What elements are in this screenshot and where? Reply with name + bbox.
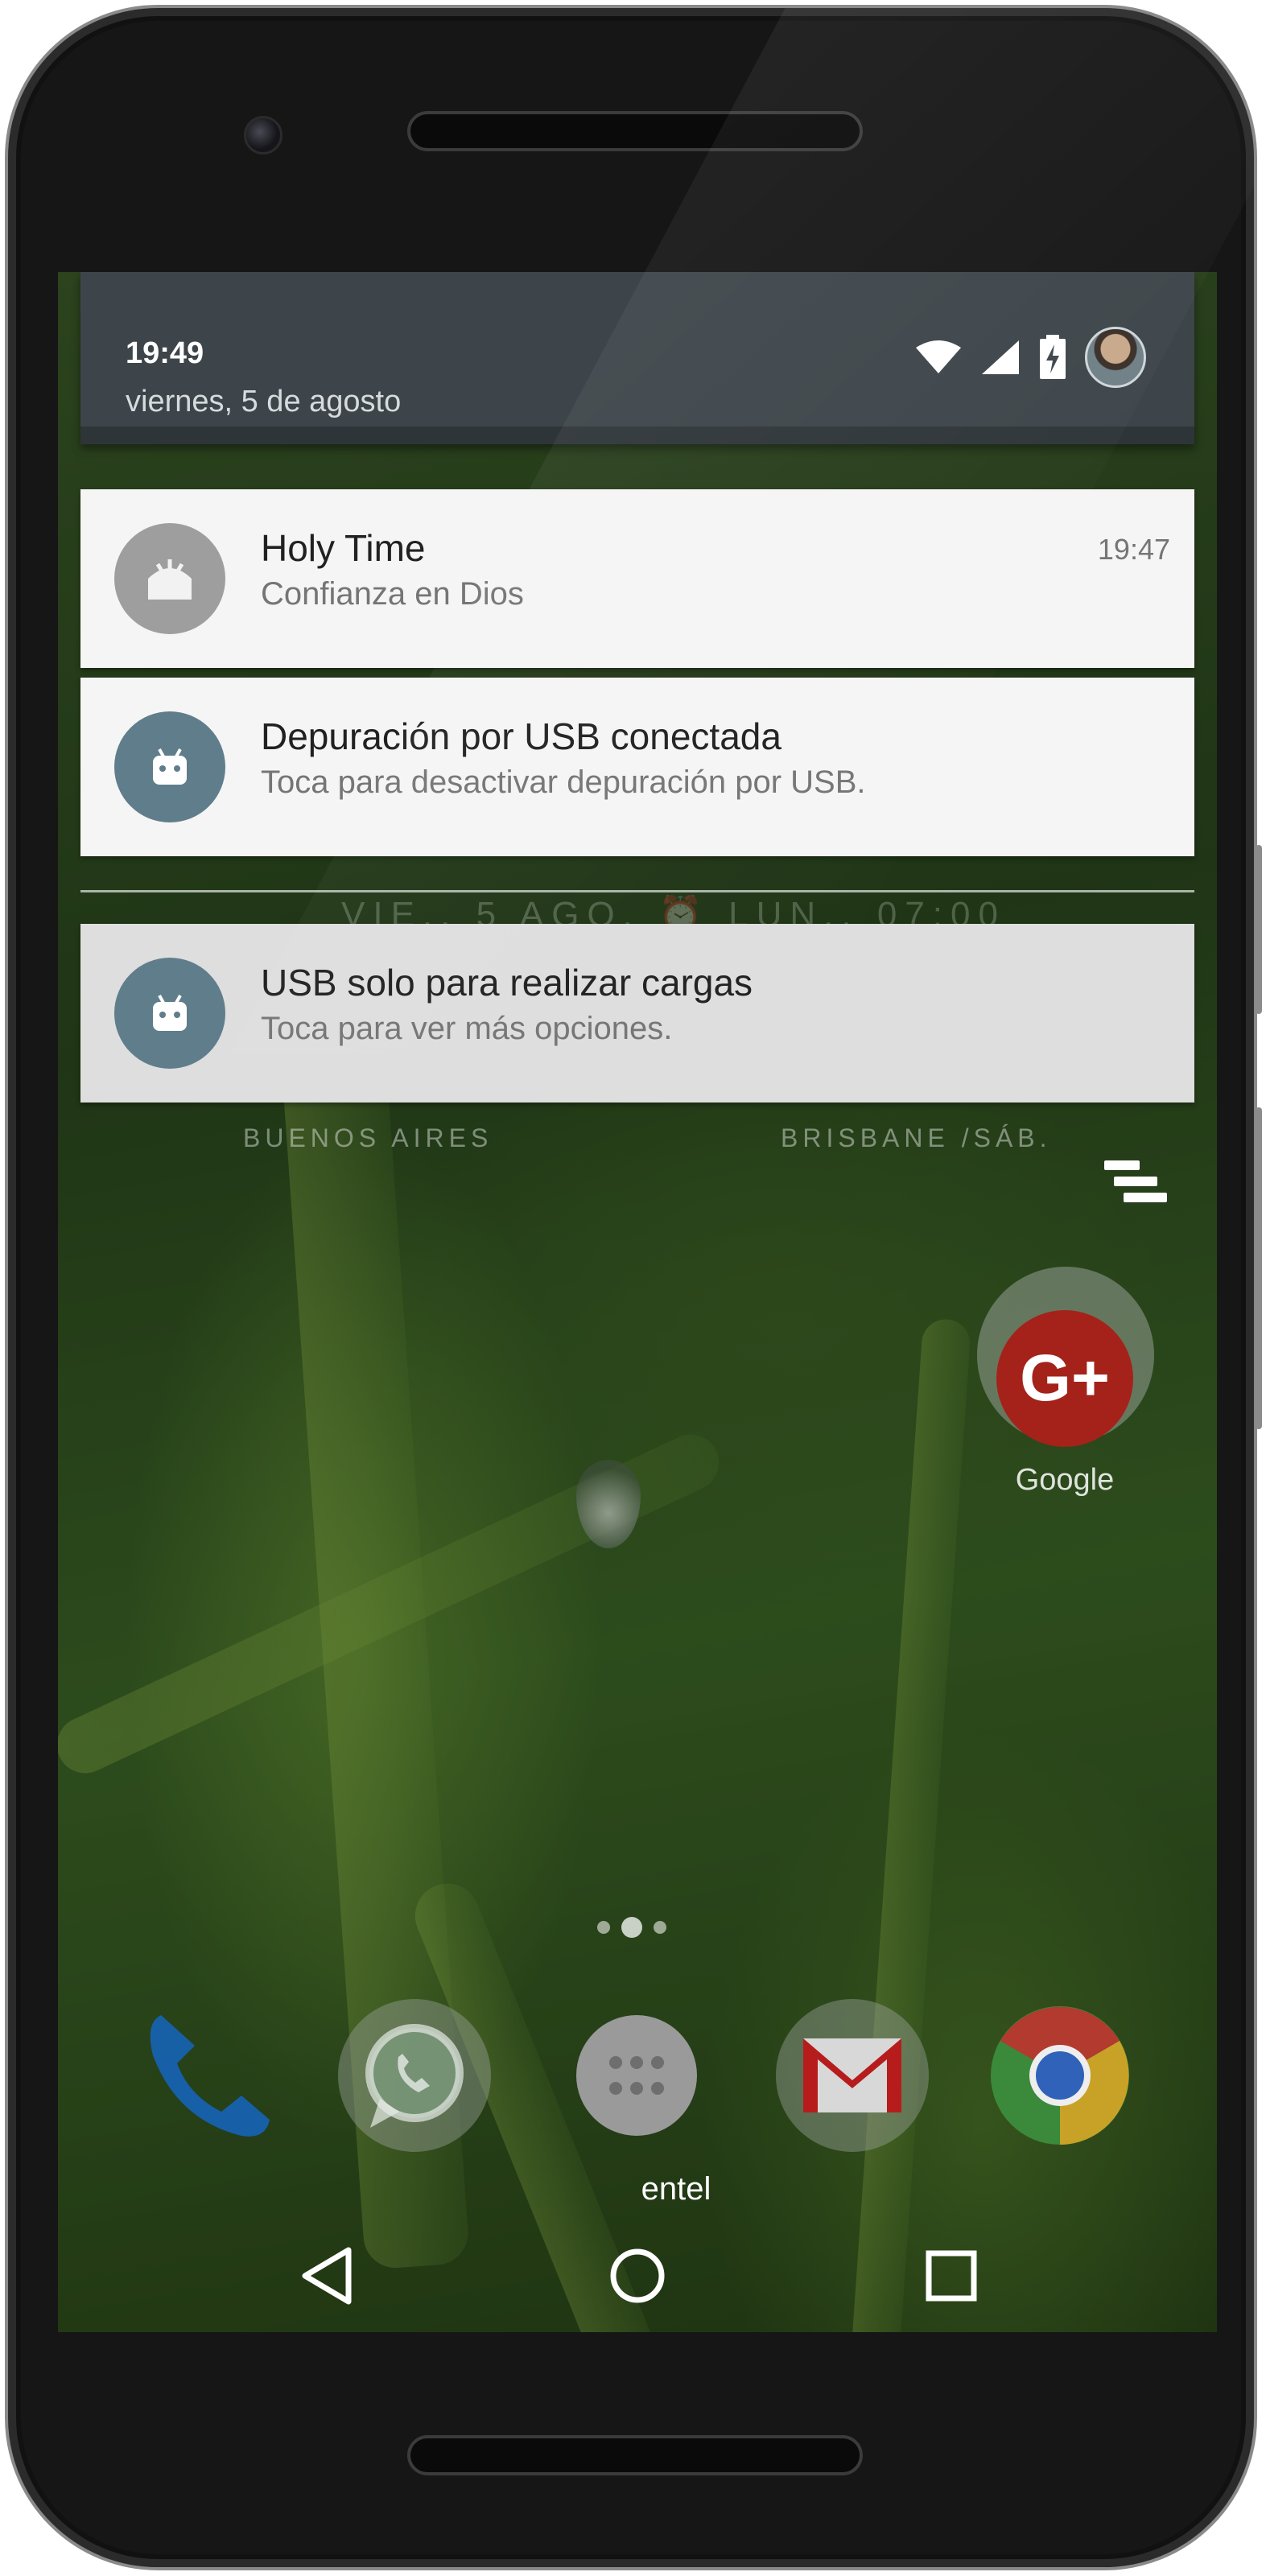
shade-date[interactable]: viernes, 5 de agosto xyxy=(126,385,401,419)
notification-time: 19:47 xyxy=(1097,533,1170,566)
app-drawer-icon xyxy=(609,2056,664,2095)
home-button[interactable] xyxy=(589,2236,686,2316)
app-drawer-label: entel xyxy=(641,2171,711,2207)
back-button[interactable] xyxy=(278,2236,375,2316)
recents-button[interactable] xyxy=(903,2236,1000,2316)
notification-text: Toca para ver más opciones. xyxy=(261,1011,673,1046)
notification-title: Depuración por USB conectada xyxy=(261,715,781,757)
phone-icon xyxy=(150,2015,270,2137)
navigation-bar xyxy=(58,2219,1217,2332)
android-icon xyxy=(114,711,225,822)
screen: VIE., 5 AGO. ⏰ LUN., 07:00 BUENOS AIRES … xyxy=(58,272,1217,2332)
clear-all-icon[interactable] xyxy=(1104,1160,1177,1217)
holy-time-app-icon xyxy=(114,523,225,634)
app-drawer-button[interactable] xyxy=(576,2015,697,2136)
google-plus-icon[interactable]: G+ xyxy=(996,1310,1133,1447)
notification-usb-debugging[interactable]: Depuración por USB conectada Toca para d… xyxy=(80,678,1194,856)
shade-time: 19:49 xyxy=(126,336,204,370)
front-camera xyxy=(244,116,282,155)
wifi-icon xyxy=(916,340,961,373)
gmail-icon xyxy=(803,2038,901,2112)
phone-app-icon[interactable] xyxy=(129,1999,282,2152)
volume-button xyxy=(1256,1107,1262,1429)
chrome-icon xyxy=(991,2006,1129,2145)
clock-city-buenos-aires: BUENOS AIRES xyxy=(243,1123,493,1152)
google-folder-label: Google xyxy=(1015,1463,1115,1497)
whatsapp-app-icon[interactable] xyxy=(338,1999,491,2152)
status-icons xyxy=(914,325,1146,389)
notification-text: Toca para desactivar depuración por USB. xyxy=(261,765,866,800)
notification-holy-time[interactable]: Holy Time Confianza en Dios 19:47 xyxy=(80,489,1194,668)
quick-settings-header[interactable]: 19:49 viernes, 5 de agosto xyxy=(80,272,1194,444)
battery-charging-icon xyxy=(1040,335,1066,379)
notification-title: USB solo para realizar cargas xyxy=(261,962,753,1004)
notification-title: Holy Time xyxy=(261,527,426,569)
notification-text: Confianza en Dios xyxy=(261,576,524,612)
gmail-app-icon[interactable] xyxy=(776,1999,929,2152)
notification-divider xyxy=(80,890,1194,892)
clock-city-brisbane: BRISBANE /SÁB. xyxy=(781,1123,1052,1152)
back-icon xyxy=(302,2247,352,2305)
recents-icon xyxy=(926,2250,977,2302)
signal-icon xyxy=(982,340,1019,374)
home-icon xyxy=(610,2248,665,2303)
user-avatar[interactable] xyxy=(1085,327,1146,388)
notification-usb-charging[interactable]: USB solo para realizar cargas Toca para … xyxy=(80,924,1194,1103)
page-indicator xyxy=(597,1917,666,1938)
earpiece-speaker xyxy=(407,111,863,151)
android-icon xyxy=(114,958,225,1069)
phone-frame: VIE., 5 AGO. ⏰ LUN., 07:00 BUENOS AIRES … xyxy=(5,5,1257,2570)
bottom-speaker xyxy=(407,2435,863,2475)
whatsapp-icon xyxy=(365,2024,464,2128)
chrome-app-icon[interactable] xyxy=(984,1999,1136,2152)
power-button xyxy=(1256,845,1262,1014)
